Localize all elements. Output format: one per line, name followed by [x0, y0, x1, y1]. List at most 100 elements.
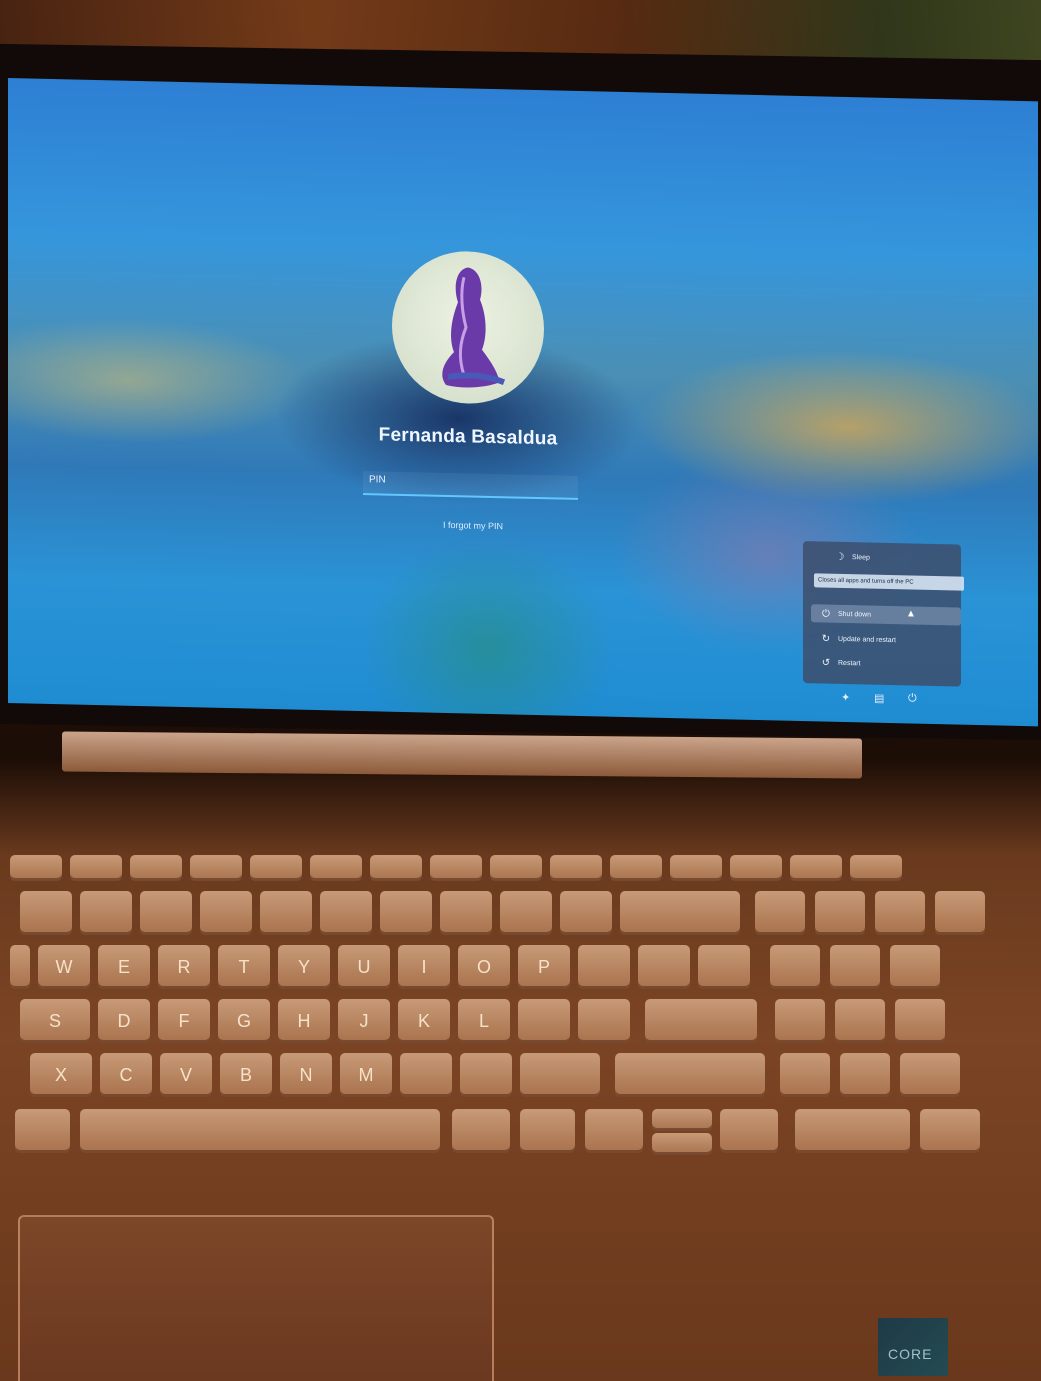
backspace-key[interactable]: [620, 891, 740, 935]
lock-screen: Fernanda Basaldua PIN I forgot my PIN ☽ …: [8, 78, 1038, 727]
key[interactable]: [430, 855, 482, 881]
avatar-figure-icon: [442, 267, 506, 388]
key[interactable]: [10, 855, 62, 881]
key-w[interactable]: W: [38, 945, 90, 989]
accessibility-icon[interactable]: ✦: [841, 691, 850, 704]
shutdown-item[interactable]: ⏻ Shut down: [820, 605, 871, 622]
key[interactable]: [840, 1053, 890, 1097]
key[interactable]: [850, 855, 902, 881]
key-i[interactable]: I: [398, 945, 450, 989]
key[interactable]: [80, 891, 132, 935]
key-e[interactable]: E: [98, 945, 150, 989]
key-r[interactable]: R: [158, 945, 210, 989]
key[interactable]: [730, 855, 782, 881]
trackpad[interactable]: [18, 1215, 494, 1381]
key[interactable]: [815, 891, 865, 935]
key[interactable]: [875, 891, 925, 935]
key-u[interactable]: U: [338, 945, 390, 989]
key[interactable]: [310, 855, 362, 881]
key[interactable]: [578, 999, 630, 1043]
key-n[interactable]: N: [280, 1053, 332, 1097]
key[interactable]: [670, 855, 722, 881]
key[interactable]: [610, 855, 662, 881]
key-g[interactable]: G: [218, 999, 270, 1043]
spacebar-key[interactable]: [80, 1109, 440, 1153]
key[interactable]: [260, 891, 312, 935]
key[interactable]: [578, 945, 630, 989]
key[interactable]: [370, 855, 422, 881]
key[interactable]: [190, 855, 242, 881]
key-m[interactable]: M: [340, 1053, 392, 1097]
key[interactable]: [755, 891, 805, 935]
key[interactable]: [15, 1109, 70, 1153]
key-x[interactable]: X: [30, 1053, 92, 1097]
key-b[interactable]: B: [220, 1053, 272, 1097]
restart-label: Restart: [838, 659, 861, 667]
username-label: Fernanda Basaldua: [378, 424, 558, 450]
network-icon[interactable]: ▤: [874, 692, 884, 705]
forgot-pin-link[interactable]: I forgot my PIN: [368, 518, 578, 533]
key[interactable]: [835, 999, 885, 1043]
sleep-label: Sleep: [852, 553, 870, 562]
key[interactable]: [440, 891, 492, 935]
key[interactable]: [320, 891, 372, 935]
mouse-cursor: ▲: [906, 608, 916, 620]
key[interactable]: [20, 891, 72, 935]
key[interactable]: [10, 945, 30, 989]
enter-key[interactable]: [645, 999, 757, 1043]
key[interactable]: [250, 855, 302, 881]
key[interactable]: [935, 891, 985, 935]
down-arrow-key[interactable]: [652, 1133, 712, 1155]
key[interactable]: [920, 1109, 980, 1153]
key-v[interactable]: V: [160, 1053, 212, 1097]
user-avatar: [392, 249, 544, 406]
key[interactable]: [830, 945, 880, 989]
key[interactable]: [130, 855, 182, 881]
restart-item[interactable]: ↺ Restart: [820, 654, 861, 671]
key[interactable]: [500, 891, 552, 935]
shift-key[interactable]: [615, 1053, 765, 1097]
key[interactable]: [490, 855, 542, 881]
key[interactable]: [895, 999, 945, 1043]
right-arrow-key[interactable]: [720, 1109, 778, 1153]
key[interactable]: [140, 891, 192, 935]
key[interactable]: [770, 945, 820, 989]
key[interactable]: [200, 891, 252, 935]
key-s[interactable]: S: [20, 999, 90, 1043]
key[interactable]: [460, 1053, 512, 1097]
key-o[interactable]: O: [458, 945, 510, 989]
key[interactable]: [780, 1053, 830, 1097]
sleep-item[interactable]: ☽ Sleep: [834, 549, 870, 566]
key[interactable]: [520, 1109, 575, 1153]
key[interactable]: [890, 945, 940, 989]
key-t[interactable]: T: [218, 945, 270, 989]
key[interactable]: [795, 1109, 910, 1153]
key[interactable]: [520, 1053, 600, 1097]
key[interactable]: [518, 999, 570, 1043]
key[interactable]: [900, 1053, 960, 1097]
up-arrow-key[interactable]: [652, 1109, 712, 1131]
key-y[interactable]: Y: [278, 945, 330, 989]
key[interactable]: [380, 891, 432, 935]
key[interactable]: [790, 855, 842, 881]
key[interactable]: [775, 999, 825, 1043]
key[interactable]: [560, 891, 612, 935]
key[interactable]: [452, 1109, 510, 1153]
key-h[interactable]: H: [278, 999, 330, 1043]
left-arrow-key[interactable]: [585, 1109, 643, 1153]
key[interactable]: [638, 945, 690, 989]
pin-input[interactable]: PIN: [363, 471, 578, 500]
key-j[interactable]: J: [338, 999, 390, 1043]
key[interactable]: [550, 855, 602, 881]
key-f[interactable]: F: [158, 999, 210, 1043]
key[interactable]: [698, 945, 750, 989]
key-l[interactable]: L: [458, 999, 510, 1043]
key-k[interactable]: K: [398, 999, 450, 1043]
key-p[interactable]: P: [518, 945, 570, 989]
key[interactable]: [400, 1053, 452, 1097]
update-restart-item[interactable]: ↻ Update and restart: [820, 630, 896, 648]
key-c[interactable]: C: [100, 1053, 152, 1097]
power-icon[interactable]: ⏻: [908, 692, 917, 705]
key-d[interactable]: D: [98, 999, 150, 1043]
key[interactable]: [70, 855, 122, 881]
